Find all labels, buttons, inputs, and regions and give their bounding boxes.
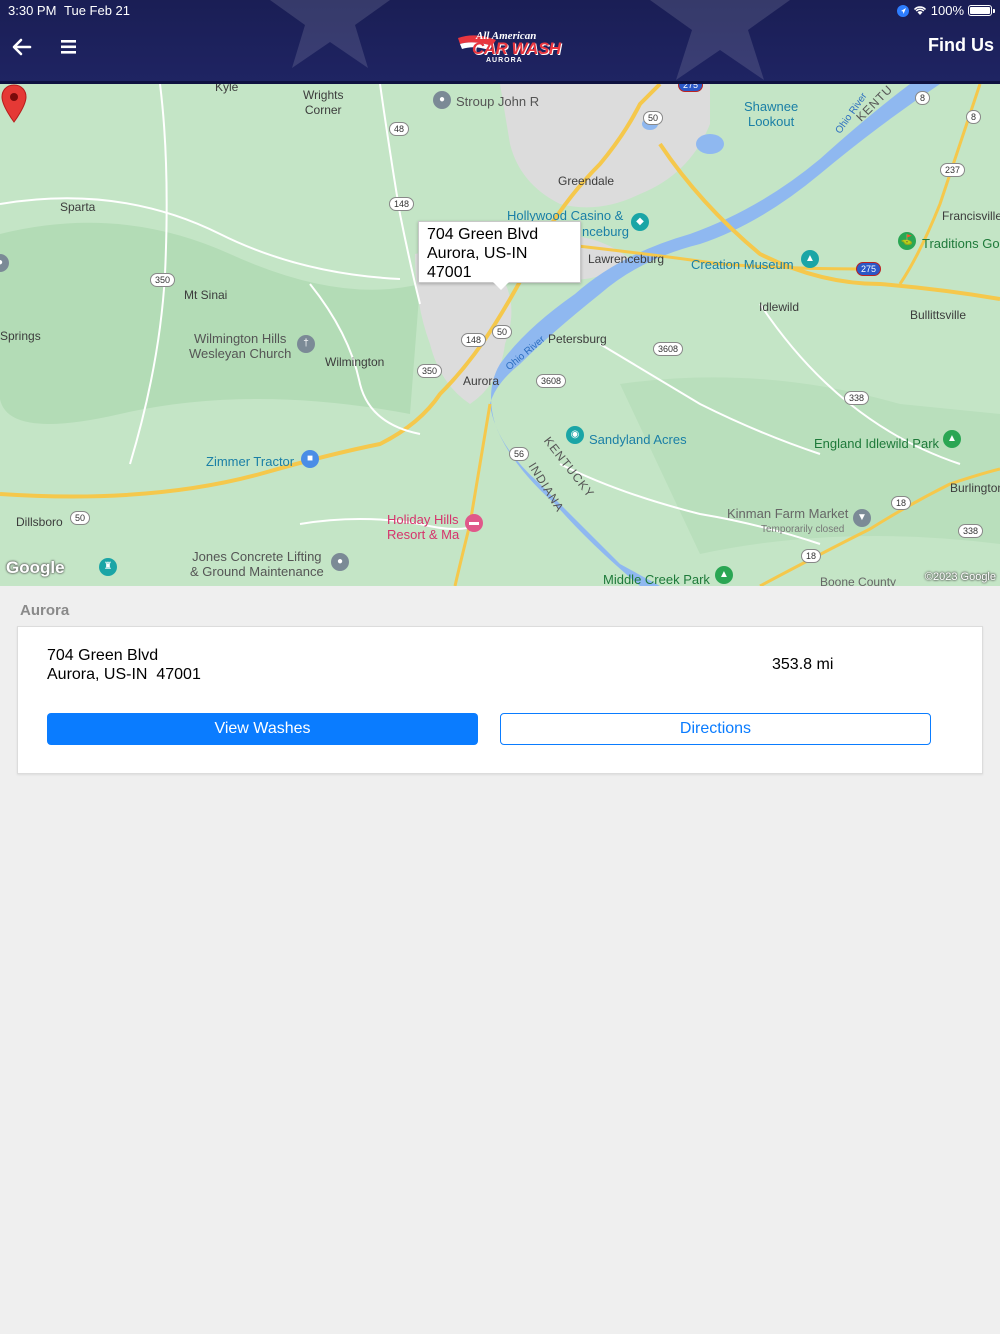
interstate-shield: 275 [856, 262, 882, 276]
map-label-sandyland: Sandyland Acres [589, 432, 687, 447]
map-label-lawrenceburg: Lawrenceburg [588, 252, 665, 266]
map-label-kinman: Kinman Farm Market [727, 506, 849, 521]
map-label-jones: Jones Concrete Lifting & Ground Maintena… [190, 549, 324, 579]
place-marker-icon[interactable]: ● [433, 91, 451, 109]
route-shield: 8 [915, 91, 931, 105]
callout-line-1: 704 Green Blvd [427, 226, 539, 243]
find-us-title: Find Us [928, 35, 994, 55]
back-arrow-icon[interactable] [10, 34, 36, 60]
route-shield: 18 [801, 549, 822, 563]
route-shield: 18 [891, 496, 912, 510]
status-date: Tue Feb 21 [64, 3, 131, 18]
address-line-1: 704 Green Blvd [47, 647, 159, 664]
map-label-boone: Boone County [820, 575, 897, 586]
church-marker-icon[interactable]: † [297, 335, 315, 353]
park-marker-icon-2[interactable]: ▲ [715, 566, 733, 584]
route-shield: 338 [844, 391, 870, 405]
section-title: Aurora [20, 602, 70, 619]
route-shield: 48 [389, 122, 410, 136]
address-line-2: Aurora, US-IN 47001 [47, 666, 201, 683]
map-label-zimmer: Zimmer Tractor [206, 454, 295, 469]
map-label-idlewild: Idlewild [759, 300, 800, 314]
map-label-shawnee: Shawnee Lookout [744, 99, 799, 129]
battery-percent: 100% [930, 3, 964, 18]
hotel-marker-icon[interactable]: ▬ [465, 514, 483, 532]
map-label-burlington: Burlington [950, 481, 1000, 495]
golf-marker-icon[interactable]: ⛳ [898, 232, 916, 250]
place-marker-icon-2[interactable]: ● [331, 553, 349, 571]
map-label-petersburg: Petersburg [548, 332, 607, 346]
location-map[interactable]: Kyle Wrights Corner Stroup John R Shawne… [0, 84, 1000, 586]
map-label-kyle: Kyle [215, 84, 239, 94]
callout-line-2: Aurora, US-IN [427, 245, 528, 262]
logo-main-text: CAR WASH [472, 39, 561, 58]
location-arrow-icon [896, 4, 909, 17]
distance-label: 353.8 mi [772, 656, 834, 673]
map-label-greendale: Greendale [558, 174, 615, 188]
route-shield: 3608 [653, 342, 684, 356]
location-callout[interactable]: 704 Green Blvd Aurora, US-IN 47001 [418, 221, 581, 290]
callout-line-3: 47001 [427, 264, 472, 281]
map-label-middle-creek: Middle Creek Park [603, 572, 710, 586]
map-label-traditions: Traditions Go [922, 236, 1000, 251]
location-pin-icon[interactable] [0, 84, 28, 124]
map-label-aurora: Aurora [463, 374, 500, 388]
map-label-sparta: Sparta [60, 200, 96, 214]
map-label-dillsboro: Dillsboro [16, 515, 63, 529]
route-shield: 50 [492, 325, 513, 339]
location-card: 704 Green Blvd Aurora, US-IN 47001 353.8… [17, 626, 983, 774]
map-label-stroup: Stroup John R [456, 94, 540, 109]
view-washes-button[interactable]: View Washes [47, 713, 478, 745]
map-credit[interactable]: ©2023 Google [925, 571, 996, 583]
status-time: 3:30 PM [8, 3, 57, 18]
route-shield: 237 [940, 163, 966, 177]
map-label-springs: Springs [0, 329, 41, 343]
status-indicators: 100% [896, 3, 995, 18]
map-label-creation-museum: Creation Museum [691, 257, 794, 272]
route-shield: 350 [417, 364, 443, 378]
map-label-england: England Idlewild Park [814, 436, 940, 451]
route-shield: 3608 [536, 374, 567, 388]
route-shield: 148 [389, 197, 415, 211]
landmark-marker-icon[interactable]: ♜ [99, 558, 117, 576]
map-label-wilmington-hills: Wilmington Hills Wesleyan Church [189, 331, 292, 361]
map-label-wilmington: Wilmington [325, 355, 385, 369]
app-header: 3:30 PM Tue Feb 21 100% All American CAR… [0, 0, 1000, 84]
route-shield: 50 [643, 111, 664, 125]
car-wash-logo: All American CAR WASH AURORA [456, 30, 561, 66]
museum-marker-icon[interactable]: ▲ [801, 250, 819, 268]
route-shield: 8 [966, 110, 982, 124]
route-shield: 50 [70, 511, 91, 525]
map-label-holiday-hills: Holiday Hills Resort & Ma [387, 512, 460, 542]
casino-marker-icon[interactable]: ◆ [631, 213, 649, 231]
map-label-mt-sinai: Mt Sinai [184, 288, 228, 302]
park-marker-icon[interactable]: ▲ [943, 430, 961, 448]
wifi-icon [913, 6, 926, 15]
map-label-kinman-closed: Temporarily closed [761, 524, 845, 535]
route-shield: 350 [150, 273, 176, 287]
interstate-shield: 275 [678, 84, 704, 92]
google-logo: Google [6, 558, 65, 577]
camera-marker-icon[interactable]: ◉ [566, 426, 584, 444]
shopping-marker-icon[interactable]: ■ [301, 450, 319, 468]
route-shield: 56 [509, 447, 530, 461]
directions-button[interactable]: Directions [500, 713, 931, 745]
route-shield: 338 [958, 524, 984, 538]
battery-icon [968, 5, 995, 16]
map-label-wrights-corner: Wrights Corner [303, 88, 344, 117]
cart-marker-icon[interactable]: ▼ [853, 509, 871, 527]
map-label-francisville: Francisville [942, 209, 1000, 223]
hamburger-menu-icon[interactable] [56, 34, 82, 60]
logo-sub-text: AURORA [486, 57, 523, 64]
map-label-hollywood-2: nceburg [582, 224, 629, 239]
status-bar: 3:30 PM Tue Feb 21 100% [0, 0, 1000, 20]
map-label-bullittsville: Bullittsville [910, 308, 967, 322]
route-shield: 148 [461, 333, 487, 347]
